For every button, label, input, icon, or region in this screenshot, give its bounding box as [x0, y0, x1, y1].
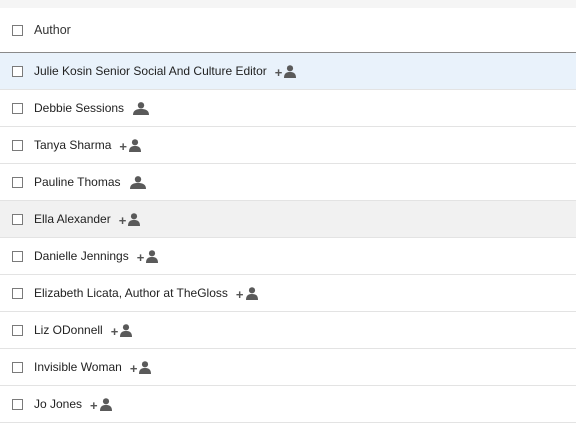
author-name: Tanya Sharma — [34, 138, 112, 152]
add-user-icon[interactable]: + — [110, 323, 134, 339]
row-checkbox[interactable] — [12, 213, 23, 225]
plus-glyph: + — [129, 361, 138, 376]
author-row[interactable]: Danielle Jennings + — [0, 238, 576, 275]
plus-glyph: + — [119, 139, 127, 154]
author-name: Invisible Woman — [34, 360, 122, 374]
author-row[interactable]: Jo Jones + — [0, 386, 576, 423]
add-user-icon[interactable]: + — [274, 64, 298, 80]
author-name: Danielle Jennings — [34, 249, 129, 263]
author-row[interactable]: Pauline Thomas — [0, 164, 576, 201]
row-checkbox[interactable] — [12, 250, 23, 262]
author-row[interactable]: Invisible Woman + — [0, 349, 576, 386]
author-name: Liz ODonnell — [34, 323, 103, 337]
author-name: Debbie Sessions — [34, 101, 125, 115]
row-checkbox[interactable] — [12, 398, 23, 410]
add-user-icon[interactable]: + — [90, 397, 113, 413]
row-checkbox[interactable] — [12, 176, 23, 188]
plus-glyph: + — [235, 287, 244, 302]
column-header-label: Author — [34, 23, 71, 37]
author-name: Elizabeth Licata, Author at TheGloss — [34, 286, 228, 300]
row-checkbox[interactable] — [12, 287, 23, 299]
author-row[interactable]: Julie Kosin Senior Social And Culture Ed… — [0, 53, 576, 90]
plus-glyph: + — [110, 324, 119, 339]
plus-glyph: + — [90, 398, 98, 413]
row-checkbox[interactable] — [12, 324, 23, 336]
select-all-checkbox[interactable] — [12, 24, 23, 36]
row-checkbox[interactable] — [12, 139, 23, 151]
author-row[interactable]: Elizabeth Licata, Author at TheGloss + — [0, 275, 576, 312]
add-user-icon[interactable]: + — [235, 286, 259, 302]
add-user-icon[interactable]: + — [136, 249, 160, 265]
row-checkbox[interactable] — [12, 65, 23, 77]
add-user-icon[interactable]: + — [118, 212, 142, 228]
row-checkbox[interactable] — [12, 361, 23, 373]
author-row[interactable]: Debbie Sessions — [0, 90, 576, 127]
author-name: Julie Kosin Senior Social And Culture Ed… — [34, 64, 267, 78]
add-user-icon[interactable]: + — [119, 138, 142, 154]
author-row[interactable]: Ella Alexander + — [0, 201, 576, 238]
author-name: Ella Alexander — [34, 212, 111, 226]
add-user-icon[interactable]: + — [129, 360, 153, 376]
plus-glyph: + — [136, 250, 145, 265]
author-column-header[interactable]: Author — [0, 8, 576, 53]
row-checkbox[interactable] — [12, 102, 23, 114]
top-strip — [0, 0, 576, 8]
author-list: Julie Kosin Senior Social And Culture Ed… — [0, 53, 576, 423]
plus-glyph: + — [118, 213, 127, 228]
author-name: Pauline Thomas — [34, 175, 121, 189]
plus-glyph: + — [274, 65, 283, 80]
author-row[interactable]: Tanya Sharma + — [0, 127, 576, 164]
user-icon[interactable] — [132, 101, 150, 115]
author-name: Jo Jones — [34, 397, 83, 411]
user-icon[interactable] — [129, 175, 147, 189]
author-row[interactable]: Liz ODonnell + — [0, 312, 576, 349]
